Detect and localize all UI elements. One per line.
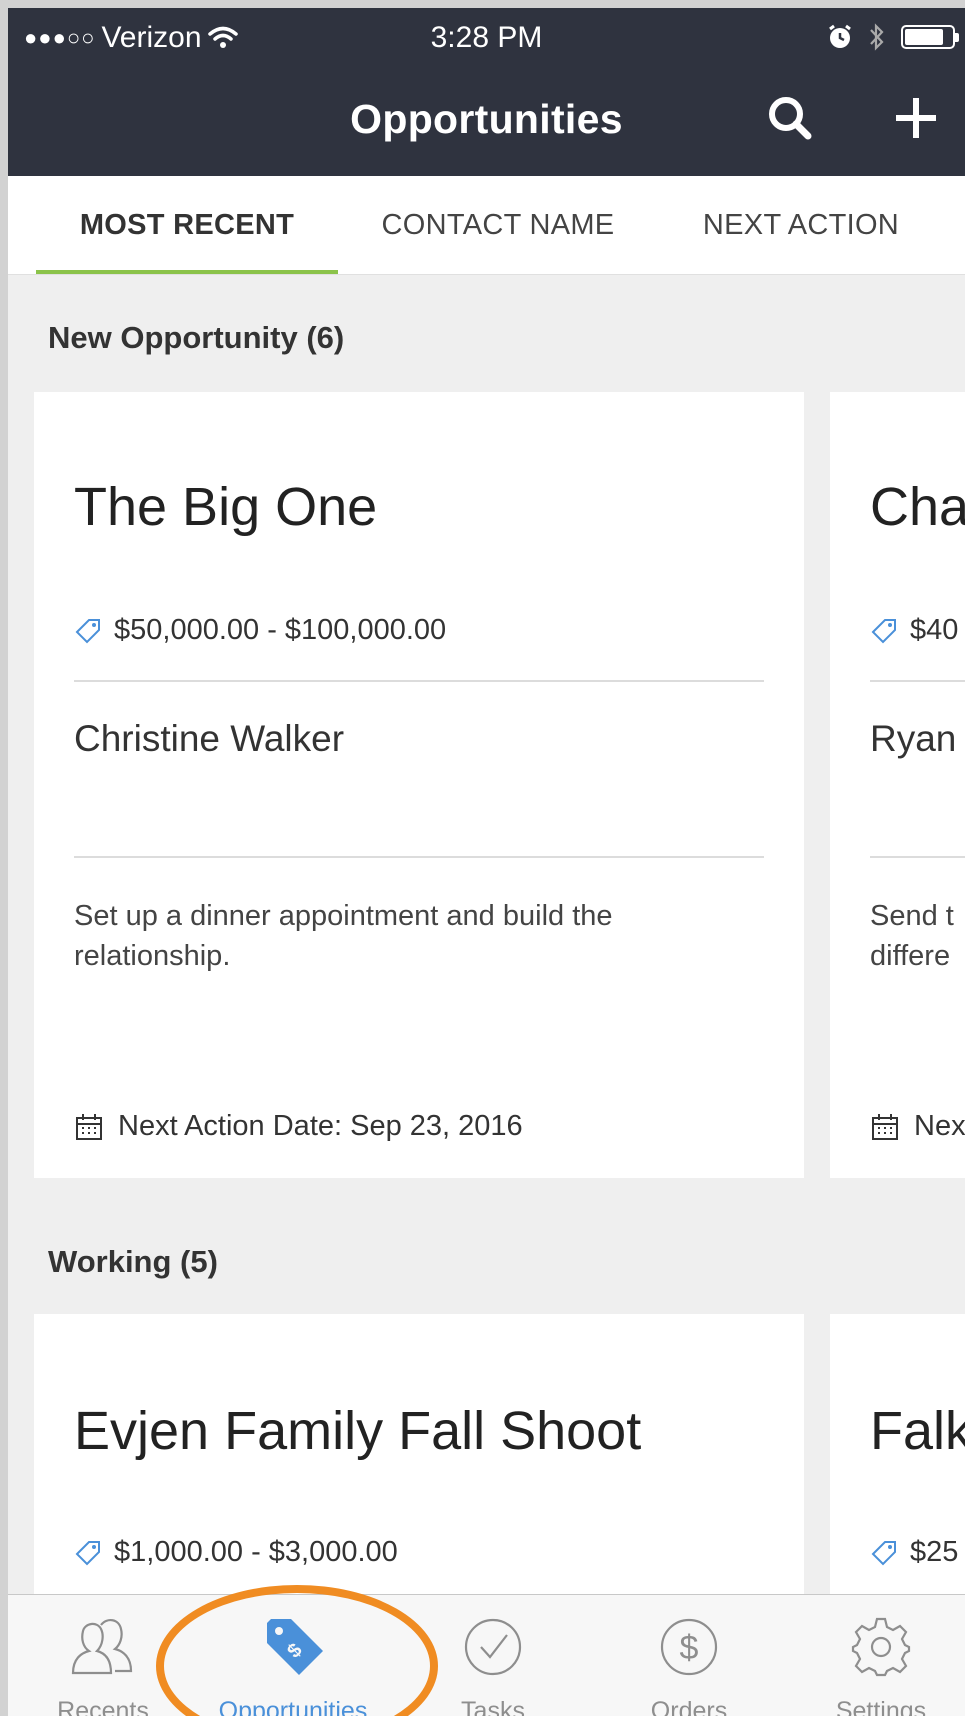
opportunity-name: Evjen Family Fall Shoot	[74, 1401, 642, 1461]
add-opportunity-button[interactable]	[886, 88, 946, 148]
tab-most-recent[interactable]: MOST RECENT	[36, 176, 338, 274]
sort-tabs: MOST RECENT CONTACT NAME NEXT ACTION	[8, 176, 965, 275]
divider	[870, 680, 965, 682]
price-range: $1,000.00 - $3,000.00	[114, 1536, 398, 1568]
dollar-circle-icon: $	[660, 1618, 718, 1676]
tab-next-action[interactable]: NEXT ACTION	[656, 176, 946, 274]
tabbar-label: Orders	[650, 1697, 728, 1716]
tabbar-opportunities[interactable]: $ Opportunities	[198, 1595, 388, 1716]
next-action-date: Next Action Date: Sep 23, 2016	[118, 1110, 523, 1142]
opportunity-card[interactable]: Falk $25	[830, 1314, 965, 1614]
section-title: New Opportunity (6)	[48, 320, 345, 355]
alarm-icon	[829, 24, 851, 48]
check-circle-icon	[464, 1618, 522, 1676]
price-tag-icon	[75, 618, 100, 643]
calendar-icon	[872, 1113, 898, 1140]
bottom-tab-bar: Recents $ Opportunities Tasks $ Orders S…	[8, 1594, 965, 1716]
opportunity-card[interactable]: The Big One $50,000.00 - $100,000.00 Chr…	[34, 392, 804, 1178]
section-title: Working (5)	[48, 1244, 218, 1279]
price-tag-icon	[871, 1540, 896, 1565]
nav-header: ●●●○○ Verizon 3:28 PM Opportunities	[8, 8, 965, 176]
plus-icon	[896, 98, 936, 138]
price-range: $40	[910, 614, 959, 646]
tabbar-label: Opportunities	[218, 1697, 368, 1716]
tabbar-settings[interactable]: Settings	[786, 1595, 965, 1716]
gear-icon	[851, 1617, 911, 1677]
app-screen: ●●●○○ Verizon 3:28 PM Opportunities MOST…	[8, 8, 965, 1716]
next-action-date: Nex	[914, 1110, 965, 1142]
opportunity-name: Cha	[870, 477, 965, 537]
opportunity-name: The Big One	[74, 477, 378, 537]
tabbar-label: Recents	[57, 1697, 149, 1716]
opportunity-name: Falk	[870, 1401, 965, 1461]
clock: 3:28 PM	[430, 21, 543, 54]
next-action-text: Send t differe	[870, 900, 954, 972]
svg-text:$: $	[680, 1629, 699, 1667]
tabbar-recents[interactable]: Recents	[8, 1595, 198, 1716]
divider	[870, 856, 965, 858]
opportunity-card[interactable]: Cha $40 Ryan Send t differe Nex	[830, 392, 965, 1178]
people-icon	[71, 1619, 133, 1675]
divider	[74, 856, 764, 858]
price-tag-icon: $	[267, 1619, 323, 1675]
bluetooth-icon	[870, 23, 884, 51]
price-range: $25	[910, 1536, 959, 1568]
search-icon	[769, 97, 812, 140]
opportunity-card[interactable]: Evjen Family Fall Shoot $1,000.00 - $3,0…	[34, 1314, 804, 1614]
price-tag-icon	[75, 1540, 100, 1565]
status-bar: ●●●○○ Verizon 3:28 PM	[8, 8, 965, 68]
tabbar-tasks[interactable]: Tasks	[398, 1595, 588, 1716]
search-button[interactable]	[760, 88, 820, 148]
tabbar-orders[interactable]: $ Orders	[594, 1595, 784, 1716]
contact-name: Christine Walker	[74, 718, 345, 759]
battery-icon	[901, 25, 959, 49]
contact-name: Ryan	[870, 718, 957, 759]
price-tag-icon	[871, 618, 896, 643]
tabbar-label: Tasks	[461, 1697, 525, 1716]
divider	[74, 680, 764, 682]
calendar-icon	[76, 1113, 102, 1140]
tab-contact-name[interactable]: CONTACT NAME	[348, 176, 648, 274]
next-action-text: Set up a dinner appointment and build th…	[74, 900, 613, 972]
price-range: $50,000.00 - $100,000.00	[114, 614, 447, 646]
tabbar-label: Settings	[835, 1697, 927, 1716]
page-title: Opportunities	[350, 96, 623, 142]
